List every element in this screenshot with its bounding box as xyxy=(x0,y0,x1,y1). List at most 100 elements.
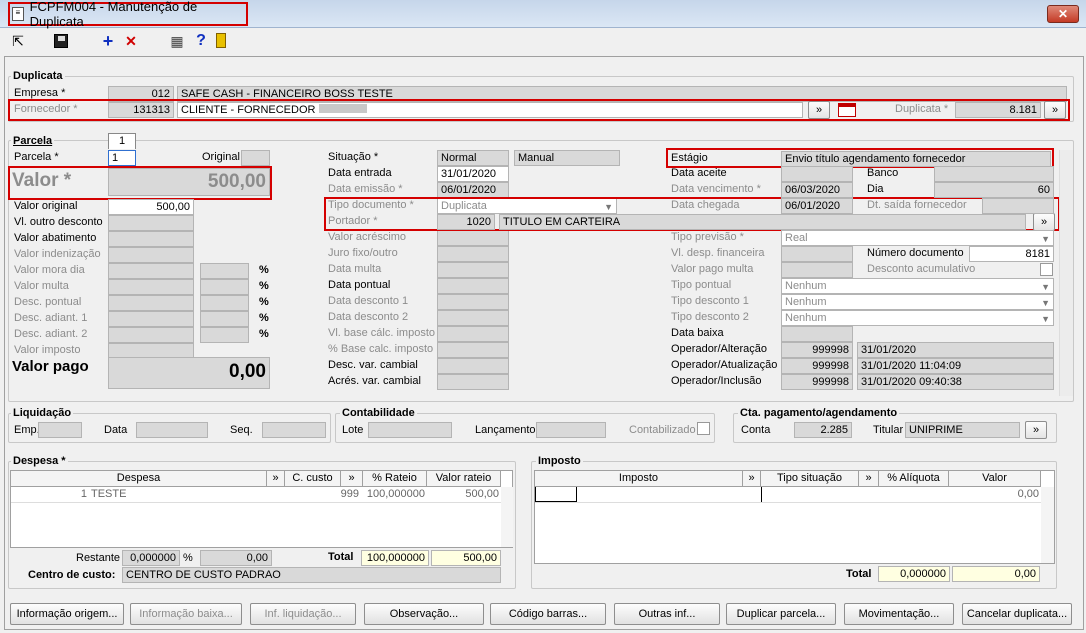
original-field[interactable] xyxy=(241,150,270,166)
lancamento-field[interactable] xyxy=(536,422,606,438)
left-row-pct-field[interactable] xyxy=(200,295,249,311)
contabilizado-checkbox[interactable] xyxy=(697,422,710,435)
imposto-col-button[interactable]: » xyxy=(743,471,761,487)
mid-row-field[interactable]: 31/01/2020 xyxy=(437,166,509,182)
outras-inf-button[interactable]: Outras inf... xyxy=(614,603,720,625)
mid-row-field[interactable] xyxy=(437,374,509,390)
informacao-baixa-button[interactable]: Informação baixa... xyxy=(130,603,242,625)
portador-name: TITULO EM CARTEIRA xyxy=(499,214,1026,230)
valor-field[interactable]: 500,00 xyxy=(108,168,270,196)
mid-row-field[interactable] xyxy=(437,262,509,278)
valor-pago-multa-field[interactable] xyxy=(781,262,853,278)
movimentacao-button[interactable]: Movimentação... xyxy=(844,603,954,625)
calculator-icon[interactable]: ▦ xyxy=(169,33,185,49)
dia-field[interactable]: 60 xyxy=(934,182,1054,198)
despesa-col-button[interactable]: » xyxy=(267,471,285,487)
left-row-field[interactable] xyxy=(108,295,194,311)
ccusto-col-button[interactable]: » xyxy=(341,471,363,487)
imposto-scrollbar[interactable] xyxy=(1041,487,1054,563)
data-baixa-field[interactable] xyxy=(781,326,853,342)
left-row-pct-field[interactable] xyxy=(200,263,249,279)
mid-row-field[interactable] xyxy=(437,342,509,358)
parcela-scrollbar[interactable] xyxy=(1059,150,1073,396)
imposto-cell[interactable] xyxy=(535,487,577,502)
estagio-value[interactable]: Envio título agendamento fornecedor xyxy=(781,151,1051,167)
observacao-button[interactable]: Observação... xyxy=(364,603,484,625)
emp-field[interactable] xyxy=(38,422,82,438)
tipo-desc1-select[interactable]: Nenhum ▼ xyxy=(781,294,1054,310)
vl-desp-field[interactable] xyxy=(781,246,853,262)
fornecedor-code[interactable]: 131313 xyxy=(108,102,174,118)
lote-field[interactable] xyxy=(368,422,452,438)
table-row[interactable]: 0,00 xyxy=(535,487,1041,503)
door-icon[interactable] xyxy=(216,33,226,48)
codigo-barras-button[interactable]: Código barras... xyxy=(490,603,606,625)
desconto-acum-checkbox[interactable] xyxy=(1040,263,1053,276)
cancelar-duplicata-button[interactable]: Cancelar duplicata... xyxy=(962,603,1072,625)
data-venc-field[interactable]: 06/03/2020 xyxy=(781,182,853,198)
banco-field[interactable] xyxy=(934,166,1054,182)
mid-row-field[interactable] xyxy=(437,278,509,294)
mid-row-field[interactable] xyxy=(437,246,509,262)
close-button[interactable]: ✕ xyxy=(1047,5,1079,23)
data-field[interactable] xyxy=(136,422,208,438)
portador-code[interactable]: 1020 xyxy=(437,214,495,230)
duplicar-parcela-button[interactable]: Duplicar parcela... xyxy=(726,603,836,625)
tipo-desc2-select[interactable]: Nenhum ▼ xyxy=(781,310,1054,326)
data-chegada-field[interactable]: 06/01/2020 xyxy=(781,198,853,214)
num-doc-field[interactable]: 8181 xyxy=(969,246,1054,262)
left-row-field[interactable] xyxy=(108,279,194,295)
left-row-field[interactable] xyxy=(108,215,194,231)
mid-row-field[interactable] xyxy=(437,230,509,246)
despesa-scrollbar[interactable] xyxy=(501,487,513,547)
informacao-origem-button[interactable]: Informação origem... xyxy=(10,603,124,625)
save-icon[interactable] xyxy=(54,34,68,48)
aliquota-col-header[interactable]: % Alíquota xyxy=(879,471,949,487)
mid-row-field[interactable] xyxy=(437,326,509,342)
tipo-previsao-select[interactable]: Real ▼ xyxy=(781,230,1054,246)
mid-row-field[interactable] xyxy=(437,310,509,326)
mid-row-field[interactable] xyxy=(437,294,509,310)
tipo-situacao-cell[interactable] xyxy=(761,487,879,502)
left-row-field[interactable] xyxy=(108,327,194,343)
imposto-valor-col-header[interactable]: Valor xyxy=(949,471,1041,487)
left-row-field[interactable] xyxy=(108,231,194,247)
duplicata-value[interactable]: 8.181 xyxy=(955,102,1041,118)
calendar-icon[interactable] xyxy=(838,103,856,117)
duplicata-lookup-button[interactable]: » xyxy=(1044,101,1066,119)
left-row-field[interactable] xyxy=(108,311,194,327)
dt-saida-field[interactable] xyxy=(982,198,1054,214)
portador-lookup-button[interactable]: » xyxy=(1033,213,1055,231)
parcela-input[interactable]: 1 xyxy=(108,150,136,166)
delete-icon[interactable]: ✕ xyxy=(123,33,139,49)
left-row-pct-field[interactable] xyxy=(200,327,249,343)
despesa-col-header[interactable]: Despesa xyxy=(11,471,267,487)
seq-field[interactable] xyxy=(262,422,326,438)
left-row-pct-field[interactable] xyxy=(200,279,249,295)
data-aceite-field[interactable] xyxy=(781,166,853,182)
tipo-pontual-select[interactable]: Nenhum ▼ xyxy=(781,278,1054,294)
conta-field[interactable]: 2.285 xyxy=(794,422,852,438)
left-row-field[interactable]: 500,00 xyxy=(108,199,194,215)
add-icon[interactable]: + xyxy=(100,32,116,50)
fornecedor-lookup-button[interactable]: » xyxy=(808,101,830,119)
help-icon[interactable]: ? xyxy=(193,33,209,49)
mid-row-field[interactable]: 06/01/2020 xyxy=(437,182,509,198)
ccusto-col-header[interactable]: C. custo xyxy=(285,471,341,487)
table-row[interactable]: 1 TESTE 999 100,000000 500,00 xyxy=(11,487,501,503)
exit-icon[interactable]: ⇱ xyxy=(10,33,26,49)
tipo-situacao-col-header[interactable]: Tipo situação xyxy=(761,471,859,487)
left-row-field[interactable] xyxy=(108,263,194,279)
parcela-tab[interactable]: 1 xyxy=(108,133,136,149)
mid-row-field[interactable] xyxy=(437,358,509,374)
imposto-col-header[interactable]: Imposto xyxy=(535,471,743,487)
valor-rateio-col-header[interactable]: Valor rateio xyxy=(427,471,501,487)
left-row-pct-field[interactable] xyxy=(200,311,249,327)
situacao-2[interactable]: Manual xyxy=(514,150,620,166)
tipo-situacao-col-button[interactable]: » xyxy=(859,471,879,487)
left-row-field[interactable] xyxy=(108,247,194,263)
rateio-col-header[interactable]: % Rateio xyxy=(363,471,427,487)
titular-lookup-button[interactable]: » xyxy=(1025,421,1047,439)
inf-liquidacao-button[interactable]: Inf. liquidação... xyxy=(250,603,356,625)
situacao-1[interactable]: Normal xyxy=(437,150,509,166)
